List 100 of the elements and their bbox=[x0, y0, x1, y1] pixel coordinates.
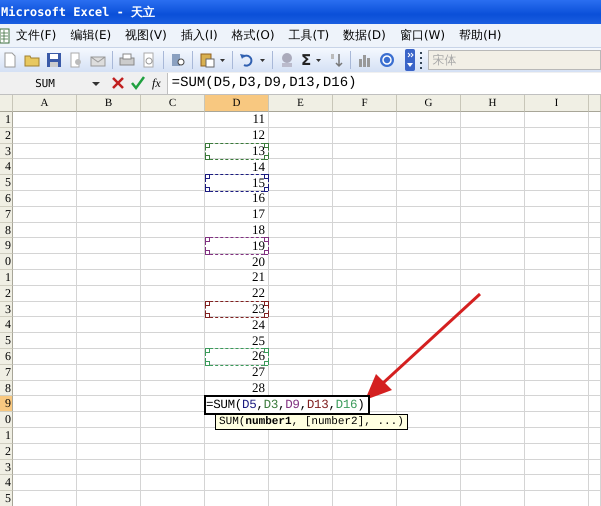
table-cell bbox=[77, 475, 141, 492]
row-header[interactable]: 2 bbox=[0, 286, 13, 302]
table-cell bbox=[461, 444, 525, 460]
cell-value: 19 bbox=[252, 238, 266, 253]
table-cell bbox=[589, 238, 601, 254]
table-cell bbox=[589, 348, 601, 365]
row-header[interactable]: 8 bbox=[0, 222, 13, 238]
menu-item[interactable]: 插入(I) bbox=[180, 27, 218, 44]
row-header[interactable]: 8 bbox=[0, 380, 13, 396]
name-box[interactable]: SUM bbox=[0, 76, 90, 90]
table-cell bbox=[461, 159, 525, 176]
table-cell bbox=[397, 333, 461, 349]
row-header[interactable]: 2 bbox=[0, 444, 13, 460]
table-cell bbox=[333, 475, 397, 492]
cancel-icon[interactable] bbox=[110, 75, 126, 91]
row-header[interactable]: 4 bbox=[0, 159, 13, 176]
row-header[interactable]: 7 bbox=[0, 206, 13, 223]
row-header[interactable]: 1 bbox=[0, 428, 13, 444]
table-cell bbox=[589, 144, 601, 160]
row-header[interactable]: 5 bbox=[0, 175, 13, 191]
table-cell bbox=[141, 460, 205, 476]
table-cell bbox=[141, 412, 205, 428]
row-header[interactable]: 6 bbox=[0, 190, 13, 207]
new-document-icon[interactable] bbox=[2, 52, 18, 68]
row-header[interactable]: 3 bbox=[0, 460, 13, 476]
table-cell bbox=[589, 412, 601, 428]
spreadsheet-icon[interactable] bbox=[0, 28, 10, 44]
row-header[interactable]: 4 bbox=[0, 317, 13, 334]
table-cell bbox=[397, 396, 461, 412]
table-cell bbox=[397, 286, 461, 302]
table-cell bbox=[525, 270, 589, 286]
table-cell bbox=[13, 286, 77, 302]
menu-item[interactable]: 窗口(W) bbox=[400, 27, 446, 44]
toolbar-grip-icon[interactable] bbox=[420, 50, 424, 70]
row-header[interactable]: 5 bbox=[0, 333, 13, 349]
table-cell bbox=[397, 380, 461, 396]
table-cell bbox=[525, 380, 589, 396]
row-header[interactable]: 4 bbox=[0, 475, 13, 492]
row-header[interactable]: 2 bbox=[0, 128, 13, 144]
autosum-button[interactable]: Σ bbox=[299, 51, 314, 69]
table-cell bbox=[77, 270, 141, 286]
cell-value: 17 bbox=[252, 207, 266, 222]
table-cell bbox=[397, 428, 461, 444]
table-cell bbox=[333, 444, 397, 460]
paste-icon[interactable] bbox=[199, 52, 215, 68]
table-cell bbox=[461, 396, 525, 412]
row-header[interactable]: 3 bbox=[0, 144, 13, 160]
row-header[interactable]: 9 bbox=[0, 238, 13, 254]
column-header[interactable]: I bbox=[525, 95, 589, 112]
cell-edit-field[interactable]: =SUM(D5,D3,D9,D13,D16) bbox=[204, 395, 370, 416]
row-header[interactable]: 1 bbox=[0, 270, 13, 286]
row-header[interactable]: 7 bbox=[0, 364, 13, 381]
table-cell bbox=[13, 380, 77, 396]
column-header[interactable]: F bbox=[333, 95, 397, 112]
table-cell bbox=[141, 128, 205, 144]
table-cell bbox=[589, 270, 601, 286]
cell-value: 16 bbox=[252, 191, 266, 206]
column-header[interactable]: G bbox=[397, 95, 461, 112]
table-cell bbox=[589, 112, 601, 128]
undo-icon[interactable] bbox=[239, 52, 255, 68]
menu-item[interactable]: 格式(O) bbox=[232, 27, 275, 44]
row-header[interactable]: 3 bbox=[0, 302, 13, 318]
table-cell bbox=[205, 444, 269, 460]
column-header[interactable]: B bbox=[77, 95, 141, 112]
enter-icon[interactable] bbox=[130, 75, 146, 91]
table-cell bbox=[397, 270, 461, 286]
menu-item[interactable]: 工具(T) bbox=[288, 27, 330, 44]
menu-item[interactable]: 帮助(H) bbox=[459, 27, 502, 44]
cell-value: 26 bbox=[252, 349, 266, 364]
help-icon[interactable] bbox=[379, 52, 396, 68]
table-cell bbox=[77, 128, 141, 144]
sort-icon[interactable] bbox=[328, 52, 344, 68]
table-cell bbox=[525, 333, 589, 349]
row-header[interactable]: 6 bbox=[0, 348, 13, 365]
table-cell bbox=[77, 364, 141, 381]
print-icon[interactable] bbox=[119, 52, 135, 68]
menu-item[interactable]: 数据(D) bbox=[343, 27, 386, 44]
table-cell bbox=[13, 190, 77, 207]
menu-item[interactable]: 文件(F) bbox=[16, 27, 56, 44]
column-header[interactable]: A bbox=[13, 95, 77, 112]
insert-function-button[interactable]: fx bbox=[152, 76, 161, 90]
row-header[interactable]: 1 bbox=[0, 112, 13, 128]
row-header[interactable]: 0 bbox=[0, 254, 13, 270]
column-header[interactable]: C bbox=[141, 95, 205, 112]
table-cell bbox=[333, 238, 397, 254]
table-cell bbox=[589, 286, 601, 302]
formula-field[interactable]: =SUM(D5,D3,D9,D13,D16) bbox=[166, 72, 601, 94]
menu-item[interactable]: 视图(V) bbox=[125, 27, 167, 44]
table-cell bbox=[525, 222, 589, 238]
save-icon[interactable] bbox=[46, 52, 62, 68]
column-header[interactable]: D bbox=[205, 95, 269, 112]
row-header[interactable]: 5 bbox=[0, 491, 13, 506]
menu-item[interactable]: 编辑(E) bbox=[70, 27, 112, 44]
column-header[interactable]: H bbox=[461, 95, 525, 112]
row-header[interactable]: 0 bbox=[0, 412, 13, 428]
column-header[interactable]: E bbox=[269, 95, 333, 112]
toolbar-options-icon[interactable] bbox=[405, 49, 416, 71]
table-cell bbox=[461, 144, 525, 160]
row-header[interactable]: 9 bbox=[0, 396, 13, 412]
function-tooltip: SUM(number1, [number2], ...) bbox=[215, 414, 408, 430]
